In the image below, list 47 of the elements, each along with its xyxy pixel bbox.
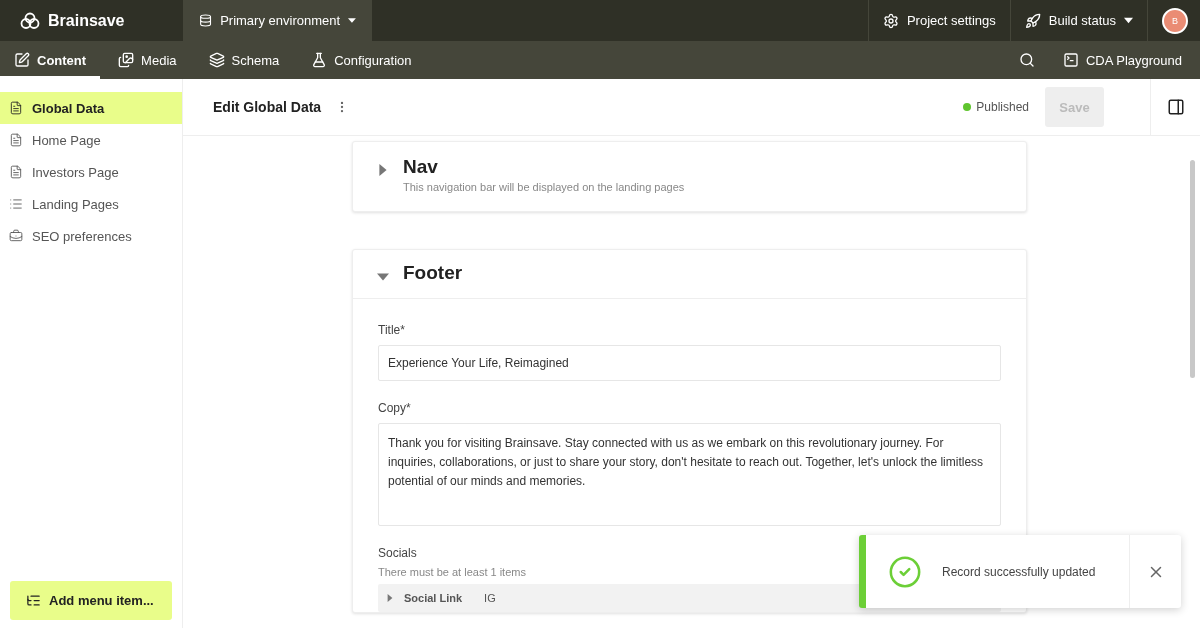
brand-logo[interactable]: Brainsave — [0, 0, 183, 41]
terminal-icon — [1062, 52, 1079, 68]
scrollbar-thumb[interactable] — [1189, 160, 1195, 378]
nav-tab[interactable]: Content — [0, 41, 101, 79]
search-icon — [1018, 52, 1035, 68]
logo-icon — [20, 11, 40, 30]
nav-tab[interactable]: Configuration — [297, 41, 426, 79]
status-dot — [963, 103, 972, 111]
section-title: Footer — [403, 262, 463, 284]
panel-icon — [1166, 98, 1185, 116]
sidebar-item[interactable]: Home Page — [0, 124, 182, 156]
page-title: Edit Global Data — [213, 99, 322, 115]
document-icon — [9, 165, 23, 179]
nav-tab[interactable]: Media — [104, 41, 191, 79]
caret-icon[interactable] — [1124, 16, 1133, 25]
field-label: Socials — [378, 546, 418, 560]
briefcase-icon — [9, 229, 23, 243]
sidebar-item[interactable]: Global Data — [0, 92, 182, 124]
title-input[interactable]: Experience Your Life, Reimagined — [378, 345, 1001, 381]
gear-icon — [882, 12, 899, 29]
images-icon — [118, 52, 135, 68]
playground-button[interactable]: CDA Playground — [1048, 41, 1196, 79]
list-icon — [9, 197, 23, 211]
add-menu-item-button[interactable]: Add menu item... — [10, 581, 172, 620]
check-circle-icon — [888, 554, 922, 589]
pen-square-icon — [14, 52, 30, 68]
section-title: Nav — [403, 156, 439, 178]
layers-icon — [208, 52, 225, 68]
field-label: Title* — [378, 323, 406, 337]
caret-icon[interactable] — [348, 16, 356, 25]
document-icon — [9, 133, 23, 147]
field-label: Copy* — [378, 401, 412, 415]
database-icon — [199, 13, 213, 28]
sidebar-item[interactable]: SEO preferences — [0, 220, 182, 252]
copy-textarea[interactable]: Thank you for visiting Brainsave. Stay connected with us as we embark on this revolutionary journey. For inquiries, collaborations, or just to share your story, don't hesitate to reach out. Together, let's unlock the limitless potential of our minds and memories. — [378, 423, 1001, 526]
rocket-icon — [1024, 12, 1041, 29]
list-tree-icon — [26, 593, 41, 608]
sidebar-item[interactable]: Landing Pages — [0, 188, 182, 220]
environment-dropdown[interactable]: Primary environment — [183, 0, 372, 41]
section-hint: This navigation bar will be displayed on the landing pages — [403, 181, 685, 193]
nav-tab[interactable]: Schema — [194, 41, 294, 79]
flask-icon — [311, 52, 328, 68]
status-label: Published — [976, 100, 1029, 114]
document-icon — [9, 101, 23, 115]
toast-message: Record successfully updated — [942, 564, 1097, 579]
field-hint: There must be at least 1 items — [378, 566, 526, 578]
sidebar-item[interactable]: Investors Page — [0, 156, 182, 188]
